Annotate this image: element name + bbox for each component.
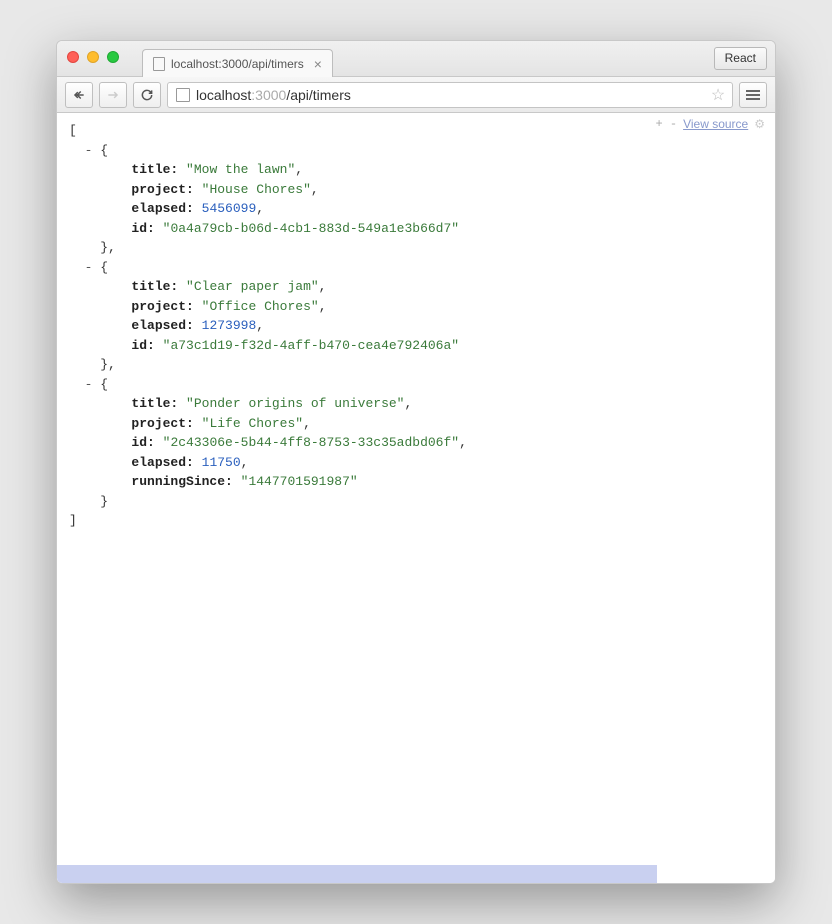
arrow-right-icon xyxy=(106,88,120,102)
forward-button[interactable] xyxy=(99,82,127,108)
browser-window: localhost:3000/api/timers × React localh… xyxy=(56,40,776,884)
react-devtools-button[interactable]: React xyxy=(714,47,767,70)
close-window-icon[interactable] xyxy=(67,51,79,63)
bookmark-star-icon[interactable]: ☆ xyxy=(708,85,728,105)
zoom-window-icon[interactable] xyxy=(107,51,119,63)
site-info-icon[interactable] xyxy=(176,88,190,102)
page-content: + - View source ⚙ [ - { title: "Mow the … xyxy=(57,113,775,883)
tab-title: localhost:3000/api/timers xyxy=(171,57,304,71)
chrome-menu-button[interactable] xyxy=(739,82,767,108)
gear-icon[interactable]: ⚙ xyxy=(754,117,765,131)
reload-button[interactable] xyxy=(133,82,161,108)
url-host: localhost xyxy=(196,87,251,103)
url-port: :3000 xyxy=(251,87,286,103)
close-tab-icon[interactable]: × xyxy=(314,56,322,72)
minimize-window-icon[interactable] xyxy=(87,51,99,63)
page-icon xyxy=(153,57,165,71)
back-button[interactable] xyxy=(65,82,93,108)
jsonview-controls: + - View source ⚙ xyxy=(655,117,765,131)
address-bar[interactable]: localhost:3000/api/timers ☆ xyxy=(167,82,733,108)
window-controls xyxy=(67,51,119,63)
hamburger-icon xyxy=(746,90,760,100)
titlebar: localhost:3000/api/timers × React xyxy=(57,41,775,77)
json-response-body: [ - { title: "Mow the lawn", project: "H… xyxy=(57,113,775,539)
expand-collapse-toggle[interactable]: + - xyxy=(655,117,677,131)
url-text: localhost:3000/api/timers xyxy=(196,87,702,103)
selection-highlight xyxy=(57,865,657,883)
arrow-left-icon xyxy=(72,88,86,102)
toolbar: localhost:3000/api/timers ☆ xyxy=(57,77,775,113)
url-path: /api/timers xyxy=(286,87,351,103)
view-source-link[interactable]: View source xyxy=(683,117,748,131)
browser-tab[interactable]: localhost:3000/api/timers × xyxy=(142,49,333,77)
reload-icon xyxy=(140,88,154,102)
